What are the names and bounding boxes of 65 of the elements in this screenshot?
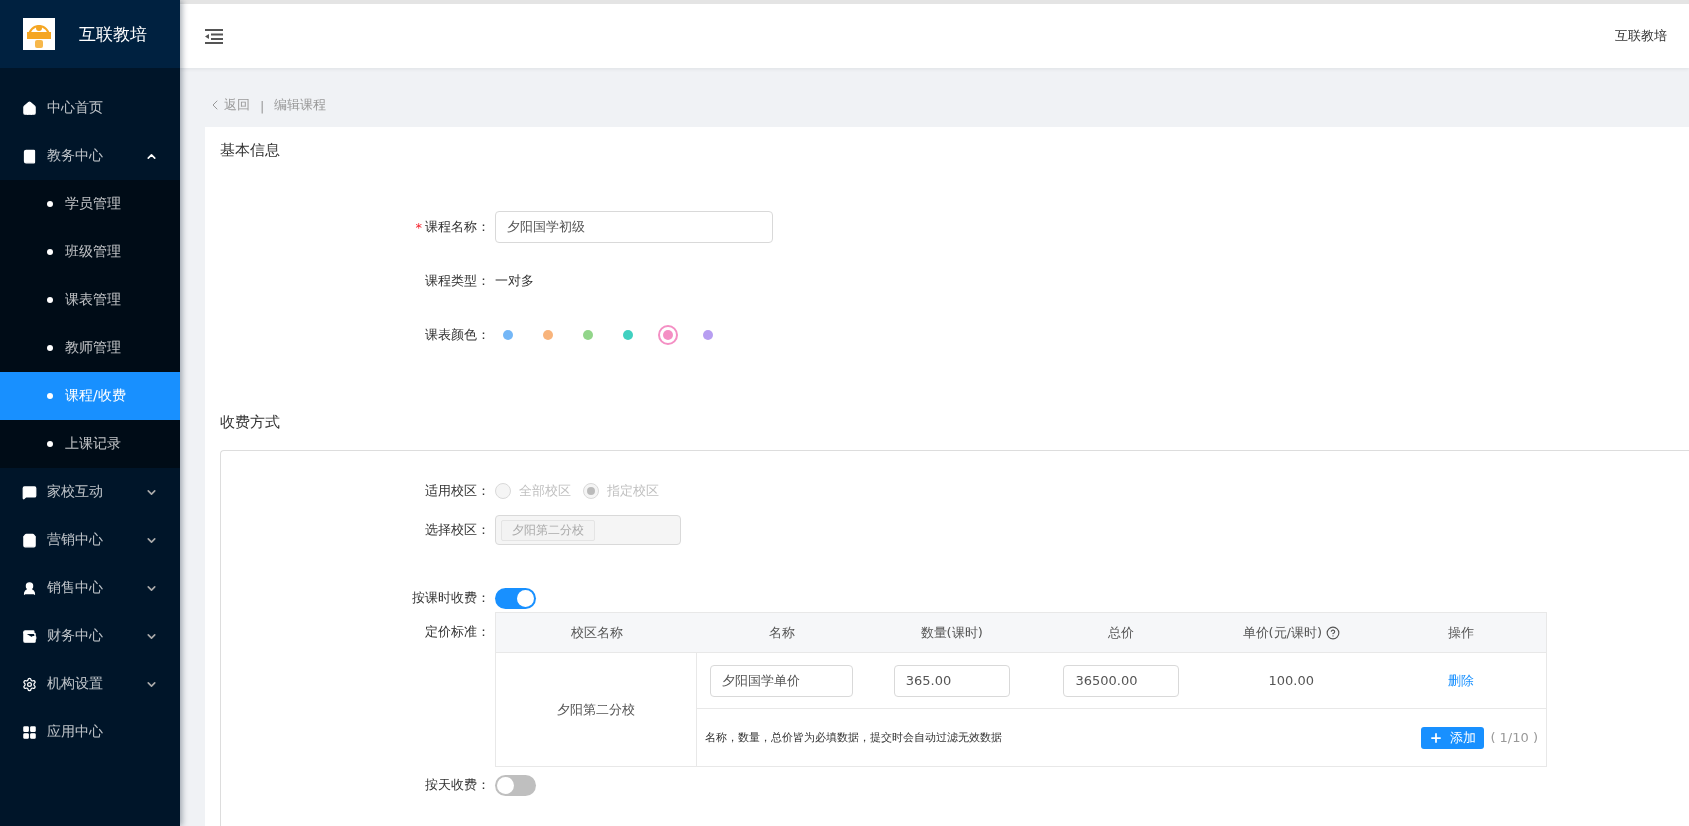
bullet-icon <box>47 249 53 255</box>
menu-fold-icon[interactable] <box>205 28 223 44</box>
column-header: 校区名称 <box>496 613 697 653</box>
column-header: 单价(元/课时) <box>1206 613 1377 653</box>
field-label: 按天收费： <box>425 776 490 794</box>
section-title: 收费方式 <box>220 413 281 432</box>
help-icon[interactable] <box>1326 625 1341 640</box>
hint-text: 名称，数量，总价皆为必填数据，提交时会自动过滤无效数据 <box>705 730 1003 745</box>
menu-item-icon <box>22 628 37 644</box>
plus-icon <box>1429 730 1444 745</box>
menu-item[interactable]: 销售中心 <box>0 564 180 612</box>
breadcrumb-current: 编辑课程 <box>274 96 327 114</box>
menu-item-icon <box>22 676 37 692</box>
menu-item-icon <box>22 100 37 116</box>
breadcrumb-separator: | <box>260 99 265 114</box>
campus-tag: 夕阳第二分校 <box>501 519 595 541</box>
field-label: 按课时收费： <box>412 589 490 607</box>
bullet-icon <box>47 201 53 207</box>
field-label: 课程名称： <box>425 218 490 236</box>
table-cell: 100.00 <box>1206 653 1377 709</box>
menu-item[interactable]: 机构设置 <box>0 660 180 708</box>
menu-item-icon <box>22 148 37 164</box>
menu-item[interactable]: 中心首页 <box>0 84 180 132</box>
field-label: 选择校区： <box>425 521 490 539</box>
quantity-input[interactable]: 365.00 <box>893 664 1010 697</box>
course-type-value: 一对多 <box>495 272 535 290</box>
submenu-item[interactable]: 学员管理 <box>0 180 180 228</box>
color-option[interactable] <box>658 325 678 345</box>
submenu-item[interactable]: 上课记录 <box>0 420 180 468</box>
logo-icon <box>23 18 55 50</box>
field-label: 适用校区： <box>425 482 490 500</box>
menu-item[interactable]: 营销中心 <box>0 516 180 564</box>
field-label: 定价标准： <box>425 623 490 641</box>
submenu-item[interactable]: 教师管理 <box>0 324 180 372</box>
required-mark: * <box>415 219 422 235</box>
column-header: 操作 <box>1376 613 1546 653</box>
section-title: 基本信息 <box>220 141 281 160</box>
price-name-input[interactable]: 夕阳国学单价 <box>710 664 854 697</box>
field-label: 课表颜色： <box>425 326 490 344</box>
bullet-icon <box>47 345 53 351</box>
menu-item-icon <box>22 724 37 740</box>
menu-item[interactable]: 财务中心 <box>0 612 180 660</box>
column-header: 名称 <box>697 613 867 653</box>
menu-item-icon <box>22 532 37 548</box>
bullet-icon <box>47 441 53 447</box>
brand-name: 互联教培 <box>79 22 147 46</box>
field-label: 课程类型： <box>425 272 490 290</box>
column-header: 数量(课时) <box>866 613 1037 653</box>
total-price-input[interactable]: 36500.00 <box>1063 664 1180 697</box>
menu-item[interactable]: 家校互动 <box>0 468 180 516</box>
submenu-item[interactable]: 课表管理 <box>0 276 180 324</box>
menu-item-icon <box>22 580 37 596</box>
bullet-icon <box>47 297 53 303</box>
course-name-input[interactable]: 夕阳国学初级 <box>495 211 773 243</box>
menu-item[interactable]: 教务中心 <box>0 132 180 180</box>
toggle-switch[interactable] <box>495 587 536 609</box>
column-header: 总价 <box>1036 613 1207 653</box>
menu-item-icon <box>22 484 37 500</box>
table-cell: 夕阳第二分校 <box>496 653 697 766</box>
menu-item[interactable]: 应用中心 <box>0 708 180 756</box>
user-name[interactable]: 互联教培 <box>1615 27 1667 45</box>
row-count: ( 1/10 ) <box>1490 730 1538 745</box>
submenu-item[interactable]: 班级管理 <box>0 228 180 276</box>
bullet-icon <box>47 393 53 399</box>
toggle-switch[interactable] <box>495 774 536 796</box>
